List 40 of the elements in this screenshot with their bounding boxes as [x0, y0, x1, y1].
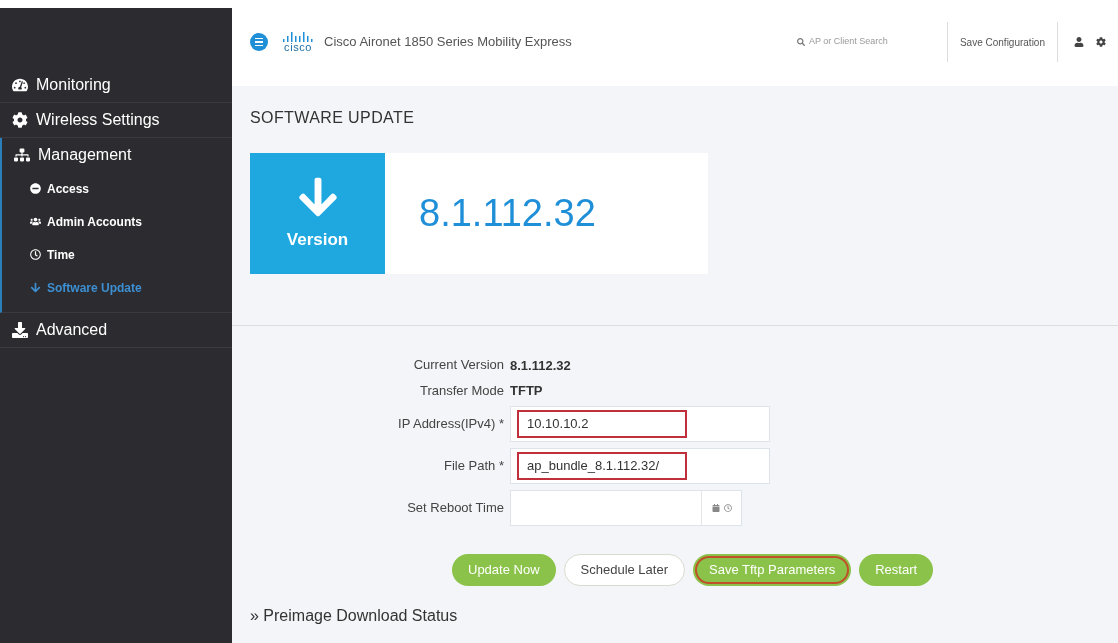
- version-number: 8.1.112.32: [419, 191, 596, 236]
- field-label: Current Version: [412, 356, 505, 374]
- product-title: Cisco Aironet 1850 Series Mobility Express: [324, 33, 572, 52]
- sitemap-icon: [14, 147, 30, 163]
- arrow-down-icon: [30, 282, 41, 293]
- users-icon: [30, 216, 41, 227]
- search-icon: [796, 38, 805, 46]
- clock-icon: [30, 249, 41, 260]
- field-value: TFTP: [510, 382, 543, 400]
- clock-icon[interactable]: [723, 504, 732, 512]
- version-label: Version: [286, 228, 349, 251]
- download-icon: [12, 322, 28, 338]
- sidebar-item[interactable]: Management: [2, 138, 232, 172]
- sidebar-subitem[interactable]: Software Update: [2, 271, 232, 304]
- calendar-icon[interactable]: [711, 504, 720, 512]
- preimage-download-status-link[interactable]: » Preimage Download Status: [250, 604, 1118, 628]
- action-button[interactable]: Schedule Later: [563, 554, 685, 586]
- user-icon[interactable]: [1074, 37, 1084, 47]
- sidebar-subitem[interactable]: Admin Accounts: [2, 205, 232, 238]
- menu-icon[interactable]: [250, 33, 268, 51]
- settings-icon[interactable]: [1096, 37, 1106, 47]
- gear-icon: [12, 112, 28, 128]
- field-label: Transfer Mode: [418, 381, 505, 400]
- page-title: SOFTWARE UPDATE: [250, 108, 416, 128]
- field-label: File Path *: [443, 457, 505, 476]
- field-label: IP Address(IPv4) *: [397, 415, 505, 434]
- save-configuration-button[interactable]: Save Configuration: [947, 34, 1057, 50]
- gauge-icon: [12, 77, 28, 93]
- input-field[interactable]: ap_bundle_8.1.112.32/: [510, 448, 770, 484]
- input-field[interactable]: 10.10.10.2: [510, 406, 770, 442]
- brand-name: cisco: [284, 41, 312, 53]
- sidebar-subitem[interactable]: Time: [2, 238, 232, 271]
- sidebar-item[interactable]: Monitoring: [0, 68, 232, 102]
- sidebar-item[interactable]: Wireless Settings: [0, 103, 232, 137]
- field-label: Set Reboot Time: [406, 499, 505, 518]
- sidebar-item[interactable]: Advanced: [0, 313, 232, 347]
- sidebar-subitem[interactable]: Access: [2, 172, 232, 205]
- date-time-field[interactable]: [510, 490, 742, 526]
- field-value: 8.1.112.32: [510, 356, 571, 374]
- logo-bars-icon: [282, 31, 314, 42]
